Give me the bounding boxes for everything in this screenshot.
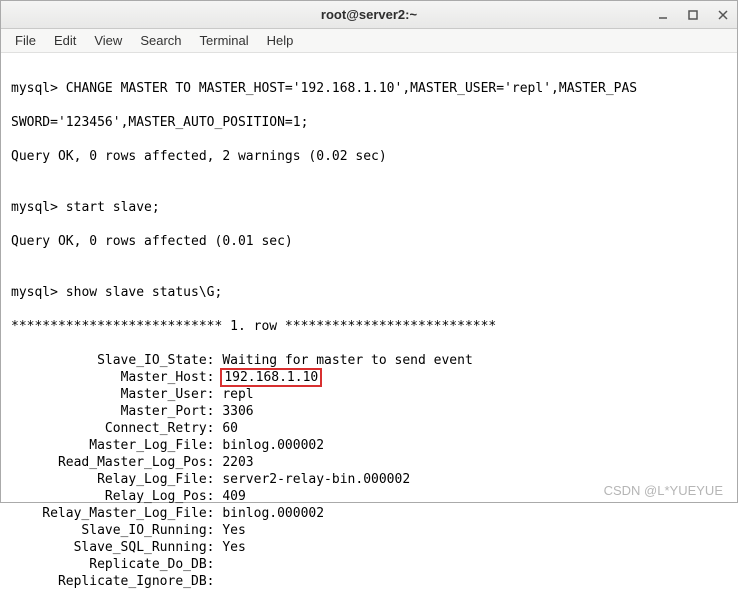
minimize-button[interactable] <box>655 7 671 23</box>
window-controls <box>655 1 731 29</box>
window-title: root@server2:~ <box>321 7 417 22</box>
menu-view[interactable]: View <box>86 31 130 50</box>
status-label: Connect_Retry <box>11 420 207 437</box>
menu-file[interactable]: File <box>7 31 44 50</box>
status-value: Waiting for master to send event <box>222 353 472 368</box>
status-row: Relay_Master_Log_File: binlog.000002 <box>11 505 731 522</box>
status-colon: : <box>207 455 223 470</box>
menu-help[interactable]: Help <box>259 31 302 50</box>
status-row: Read_Master_Log_Pos: 2203 <box>11 454 731 471</box>
status-value: server2-relay-bin.000002 <box>222 472 410 487</box>
status-label: Relay_Master_Log_File <box>11 505 207 522</box>
status-colon: : <box>207 472 223 487</box>
maximize-icon <box>687 9 699 21</box>
status-row: Master_Log_File: binlog.000002 <box>11 437 731 454</box>
menu-terminal[interactable]: Terminal <box>192 31 257 50</box>
menu-edit[interactable]: Edit <box>46 31 84 50</box>
terminal-line: *************************** 1. row *****… <box>11 318 731 335</box>
status-label: Master_Port <box>11 403 207 420</box>
status-colon: : <box>207 404 223 419</box>
terminal-output[interactable]: mysql> CHANGE MASTER TO MASTER_HOST='192… <box>1 53 737 613</box>
status-label: Replicate_Do_DB <box>11 556 207 573</box>
status-colon: : <box>207 506 223 521</box>
status-value: 2203 <box>222 455 253 470</box>
status-value: repl <box>222 387 253 402</box>
close-button[interactable] <box>715 7 731 23</box>
terminal-line: mysql> start slave; <box>11 199 731 216</box>
menu-search[interactable]: Search <box>132 31 189 50</box>
maximize-button[interactable] <box>685 7 701 23</box>
status-row: Replicate_Ignore_DB: <box>11 573 731 590</box>
status-row: Connect_Retry: 60 <box>11 420 731 437</box>
status-label: Read_Master_Log_Pos <box>11 454 207 471</box>
terminal-line: SWORD='123456',MASTER_AUTO_POSITION=1; <box>11 114 731 131</box>
status-value: 409 <box>222 489 245 504</box>
close-icon <box>717 9 729 21</box>
status-row: Master_Port: 3306 <box>11 403 731 420</box>
terminal-line: Query OK, 0 rows affected (0.01 sec) <box>11 233 731 250</box>
status-value: Yes <box>222 540 245 555</box>
status-label: Master_Log_File <box>11 437 207 454</box>
status-row: Slave_IO_State: Waiting for master to se… <box>11 352 731 369</box>
status-label: Replicate_Ignore_DB <box>11 573 207 590</box>
terminal-line: Query OK, 0 rows affected, 2 warnings (0… <box>11 148 731 165</box>
status-value: binlog.000002 <box>222 438 324 453</box>
status-label: Slave_SQL_Running <box>11 539 207 556</box>
status-colon: : <box>207 557 223 572</box>
status-row: Replicate_Do_DB: <box>11 556 731 573</box>
status-colon: : <box>207 574 223 589</box>
status-colon: : <box>207 489 223 504</box>
status-label: Relay_Log_File <box>11 471 207 488</box>
status-label: Master_User <box>11 386 207 403</box>
terminal-line: mysql> show slave status\G; <box>11 284 731 301</box>
status-row: Relay_Log_Pos: 409 <box>11 488 731 505</box>
menu-bar: File Edit View Search Terminal Help <box>1 29 737 53</box>
status-label: Master_Host <box>11 369 207 386</box>
status-value: Yes <box>222 523 245 538</box>
status-colon: : <box>207 387 223 402</box>
minimize-icon <box>657 9 669 21</box>
status-colon: : <box>207 438 223 453</box>
status-label: Slave_IO_State <box>11 352 207 369</box>
status-value: 3306 <box>222 404 253 419</box>
status-row: Slave_SQL_Running: Yes <box>11 539 731 556</box>
status-colon: : <box>207 421 223 436</box>
status-label: Slave_IO_Running <box>11 522 207 539</box>
status-colon: : <box>207 353 223 368</box>
status-value: 60 <box>222 421 238 436</box>
status-row: Master_Host: 192.168.1.10 <box>11 369 731 386</box>
status-row: Relay_Log_File: server2-relay-bin.000002 <box>11 471 731 488</box>
status-row: Master_User: repl <box>11 386 731 403</box>
status-row: Slave_IO_Running: Yes <box>11 522 731 539</box>
window-titlebar: root@server2:~ <box>1 1 737 29</box>
status-colon: : <box>207 523 223 538</box>
terminal-line: mysql> CHANGE MASTER TO MASTER_HOST='192… <box>11 80 731 97</box>
status-label: Relay_Log_Pos <box>11 488 207 505</box>
status-value-highlighted: 192.168.1.10 <box>220 368 322 387</box>
status-value: binlog.000002 <box>222 506 324 521</box>
status-colon: : <box>207 540 223 555</box>
